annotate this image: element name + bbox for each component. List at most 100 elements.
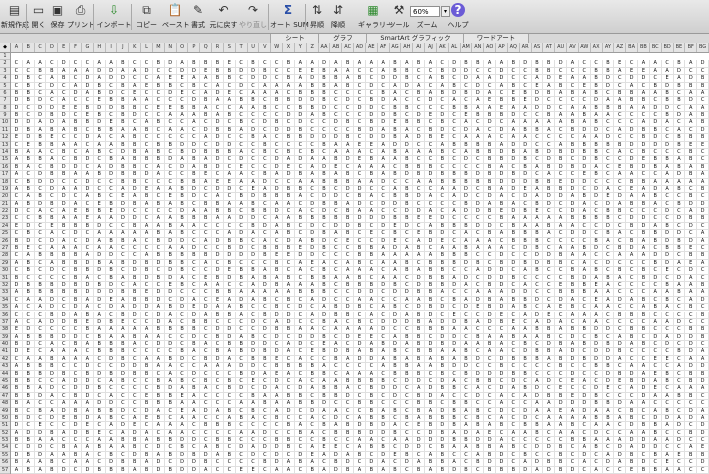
cell[interactable]: B: [93, 126, 106, 135]
cell[interactable]: D: [661, 141, 674, 149]
cell[interactable]: B: [200, 60, 213, 68]
cell[interactable]: B: [519, 259, 532, 268]
cell[interactable]: C: [638, 171, 650, 179]
cell[interactable]: B: [34, 370, 47, 378]
cell[interactable]: D: [496, 281, 508, 290]
cell[interactable]: A: [223, 97, 236, 105]
cell[interactable]: D: [105, 104, 118, 113]
cell[interactable]: D: [294, 156, 307, 164]
print-button[interactable]: ⎙ プリント: [67, 0, 95, 33]
cell[interactable]: E: [294, 67, 307, 76]
cell[interactable]: C: [271, 429, 284, 438]
cell[interactable]: C: [626, 149, 638, 157]
save-button[interactable]: ▣ 保存: [49, 0, 66, 33]
cell[interactable]: C: [365, 185, 378, 194]
cell[interactable]: D: [105, 459, 118, 467]
cell[interactable]: C: [129, 392, 142, 401]
cell[interactable]: A: [58, 377, 71, 386]
cell[interactable]: C: [283, 89, 295, 98]
cell[interactable]: B: [294, 171, 307, 179]
cell[interactable]: B: [685, 193, 698, 201]
cell[interactable]: D: [129, 451, 142, 460]
cell[interactable]: C: [58, 89, 71, 98]
cell[interactable]: D: [697, 126, 709, 135]
cell[interactable]: C: [448, 119, 461, 127]
cell[interactable]: D: [105, 163, 118, 172]
cell[interactable]: D: [614, 341, 627, 349]
cell[interactable]: A: [235, 200, 248, 209]
cell[interactable]: C: [578, 97, 591, 105]
cell[interactable]: A: [507, 126, 520, 135]
cell[interactable]: B: [685, 149, 698, 157]
cell[interactable]: B: [93, 149, 106, 157]
cell[interactable]: D: [507, 178, 520, 186]
cell[interactable]: B: [11, 414, 23, 423]
cell[interactable]: A: [81, 355, 94, 364]
cell[interactable]: C: [152, 67, 165, 76]
cell[interactable]: A: [448, 377, 461, 386]
cell[interactable]: D: [697, 363, 709, 371]
cell[interactable]: C: [141, 163, 153, 172]
cell[interactable]: A: [460, 281, 473, 290]
cell[interactable]: C: [614, 326, 627, 334]
cell[interactable]: A: [460, 444, 473, 452]
cell[interactable]: B: [413, 466, 426, 474]
cell[interactable]: C: [306, 267, 319, 275]
cell[interactable]: D: [283, 237, 295, 246]
cell[interactable]: B: [425, 134, 437, 142]
cell[interactable]: B: [70, 392, 82, 401]
cell[interactable]: C: [283, 429, 295, 438]
cell[interactable]: D: [602, 75, 615, 83]
cell[interactable]: D: [235, 296, 248, 305]
cell[interactable]: D: [11, 422, 23, 430]
cell[interactable]: A: [567, 245, 579, 253]
cell[interactable]: A: [507, 304, 520, 312]
cell[interactable]: D: [661, 341, 674, 349]
cell[interactable]: B: [626, 377, 638, 386]
cell[interactable]: B: [649, 163, 662, 172]
cell[interactable]: E: [223, 60, 236, 68]
cell[interactable]: C: [365, 259, 378, 268]
cell[interactable]: A: [283, 215, 295, 223]
cell[interactable]: C: [46, 149, 59, 157]
cell[interactable]: E: [413, 422, 426, 430]
cell[interactable]: C: [141, 348, 153, 356]
cell[interactable]: A: [448, 348, 461, 356]
cell[interactable]: B: [460, 437, 473, 445]
cell[interactable]: A: [389, 185, 402, 194]
cell[interactable]: C: [235, 281, 248, 290]
cell[interactable]: B: [649, 429, 662, 438]
column-header[interactable]: L: [141, 43, 153, 52]
cell[interactable]: B: [448, 385, 461, 393]
cell[interactable]: B: [105, 370, 118, 378]
cell[interactable]: D: [377, 178, 390, 186]
cell[interactable]: C: [223, 119, 236, 127]
cell[interactable]: D: [590, 385, 603, 393]
cell[interactable]: D: [413, 208, 426, 216]
cell[interactable]: B: [578, 149, 591, 157]
cell[interactable]: A: [649, 289, 662, 297]
cell[interactable]: B: [389, 407, 402, 415]
cell[interactable]: B: [235, 237, 248, 246]
cell[interactable]: B: [448, 222, 461, 231]
row-header[interactable]: 28: [0, 252, 10, 260]
cell[interactable]: C: [117, 222, 130, 231]
cell[interactable]: B: [472, 377, 485, 386]
cell[interactable]: D: [11, 348, 23, 356]
cell[interactable]: C: [259, 259, 272, 268]
cell[interactable]: C: [590, 230, 603, 238]
cell[interactable]: A: [330, 171, 343, 179]
cell[interactable]: C: [22, 318, 35, 327]
cell[interactable]: B: [602, 341, 615, 349]
cell[interactable]: A: [389, 89, 402, 98]
cell[interactable]: E: [22, 245, 35, 253]
cell[interactable]: C: [354, 134, 366, 142]
cell[interactable]: A: [200, 444, 213, 452]
cell[interactable]: D: [413, 304, 426, 312]
cell[interactable]: B: [283, 422, 295, 430]
cell[interactable]: D: [354, 200, 366, 209]
cell[interactable]: D: [129, 311, 142, 319]
cell[interactable]: A: [342, 259, 355, 268]
cell[interactable]: B: [484, 281, 497, 290]
cell[interactable]: C: [141, 385, 153, 393]
